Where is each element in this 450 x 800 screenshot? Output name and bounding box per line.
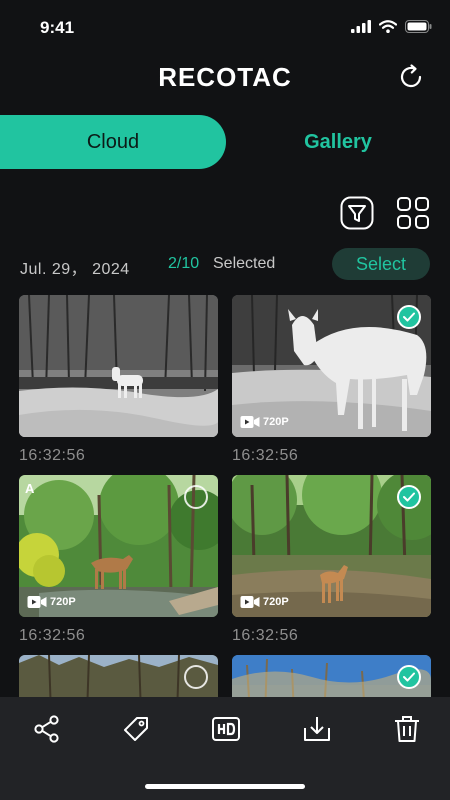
app-title: RECOTAC [158, 62, 292, 92]
refresh-icon[interactable] [396, 62, 426, 92]
media-card[interactable]: 720P 16:32:56 [232, 475, 431, 645]
grid-view-icon[interactable] [396, 196, 430, 230]
unselected-check-icon[interactable] [184, 665, 208, 689]
tag-icon[interactable] [121, 714, 151, 744]
video-badge: 720P [240, 415, 289, 429]
view-toolbar [340, 196, 430, 230]
filter-icon[interactable] [340, 196, 374, 230]
media-thumbnail[interactable]: 720P [232, 295, 431, 437]
media-timestamp: 16:32:56 [19, 627, 86, 644]
media-card[interactable] [232, 655, 431, 697]
media-thumbnail[interactable]: 720P [232, 475, 431, 617]
date-label: Jul. 29， 2024 [20, 261, 130, 278]
media-timestamp: 16:32:56 [232, 627, 299, 644]
resolution-label: 720P [263, 596, 289, 608]
resolution-label: 720P [50, 596, 76, 608]
select-button[interactable]: Select [332, 248, 430, 280]
media-card[interactable] [19, 655, 218, 697]
tab-cloud[interactable]: Cloud [0, 115, 226, 169]
media-thumbnail[interactable] [19, 655, 218, 697]
video-badge: 720P [240, 595, 289, 609]
media-timestamp: 16:32:56 [232, 447, 299, 464]
share-icon[interactable] [32, 714, 62, 744]
delete-icon[interactable] [392, 714, 422, 744]
video-camera-icon [240, 596, 260, 608]
home-indicator [145, 784, 305, 789]
tab-gallery[interactable]: Gallery [226, 115, 450, 169]
unselected-check-icon[interactable] [184, 485, 208, 509]
status-bar: 9:41 [0, 0, 450, 54]
video-camera-icon [27, 596, 47, 608]
status-time: 9:41 [40, 18, 75, 37]
selected-count: 2/10 [168, 255, 200, 272]
selected-check-icon[interactable] [397, 305, 421, 329]
media-card[interactable]: A 720P 16:32:56 [19, 475, 218, 645]
video-badge: 720P [27, 595, 76, 609]
media-timestamp: 16:32:56 [19, 447, 86, 464]
signal-icon [351, 20, 371, 33]
battery-icon [405, 20, 432, 33]
corner-label: A [25, 481, 35, 496]
hd-icon[interactable] [211, 714, 241, 744]
media-thumbnail[interactable]: A 720P [19, 475, 218, 617]
media-card[interactable]: 720P 16:32:56 [232, 295, 431, 465]
media-card[interactable]: 16:32:56 [19, 295, 218, 465]
selection-row: Jul. 29， 2024 2/10 Selected Select [0, 248, 450, 280]
status-icons [351, 20, 432, 33]
download-icon[interactable] [302, 714, 332, 744]
resolution-label: 720P [263, 416, 289, 428]
selected-label: Selected [213, 255, 276, 272]
selected-check-icon[interactable] [397, 665, 421, 689]
media-thumbnail[interactable] [232, 655, 431, 697]
wifi-icon [379, 20, 397, 33]
source-tabs: Cloud Gallery [0, 115, 450, 169]
media-thumbnail[interactable] [19, 295, 218, 437]
selected-check-icon[interactable] [397, 485, 421, 509]
night-snow-deer-image [19, 295, 218, 437]
media-grid: 16:32:56 720P 16:32:56 A 720P 16:32:56 7… [0, 295, 450, 697]
video-camera-icon [240, 416, 260, 428]
app-header: RECOTAC [0, 56, 450, 100]
